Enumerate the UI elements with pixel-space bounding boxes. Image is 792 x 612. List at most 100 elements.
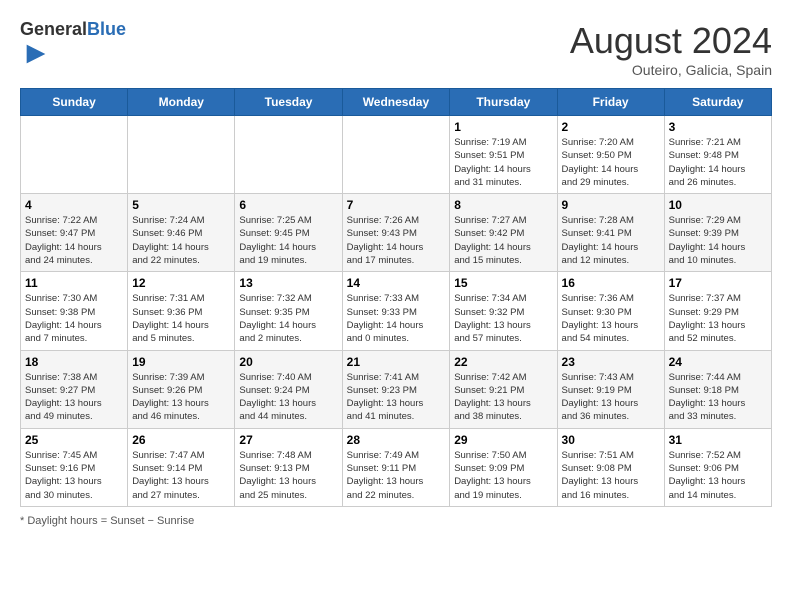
day-info: Sunrise: 7:34 AM Sunset: 9:32 PM Dayligh… <box>454 292 552 345</box>
day-info: Sunrise: 7:49 AM Sunset: 9:11 PM Dayligh… <box>347 449 446 502</box>
day-info: Sunrise: 7:25 AM Sunset: 9:45 PM Dayligh… <box>239 214 337 267</box>
logo: GeneralBlue <box>20 20 126 73</box>
calendar-week-3: 18Sunrise: 7:38 AM Sunset: 9:27 PM Dayli… <box>21 350 772 428</box>
calendar-day: 27Sunrise: 7:48 AM Sunset: 9:13 PM Dayli… <box>235 428 342 506</box>
calendar-day: 2 Sunrise: 7:20 AM Sunset: 9:50 PM Daylig… <box>557 116 664 194</box>
calendar-day: 7 Sunrise: 7:26 AM Sunset: 9:43 PM Daylig… <box>342 194 450 272</box>
calendar-day: 15Sunrise: 7:34 AM Sunset: 9:32 PM Dayli… <box>450 272 557 350</box>
day-number: 20 <box>239 355 337 369</box>
day-number: 9 <box>562 198 660 212</box>
calendar-week-1: 4 Sunrise: 7:22 AM Sunset: 9:47 PM Daylig… <box>21 194 772 272</box>
footer: * Daylight hours = Sunset − Sunrise <box>20 515 772 527</box>
day-header-friday: Friday <box>557 89 664 116</box>
day-info: Sunrise: 7:36 AM Sunset: 9:30 PM Dayligh… <box>562 292 660 345</box>
calendar-day: 6 Sunrise: 7:25 AM Sunset: 9:45 PM Daylig… <box>235 194 342 272</box>
calendar-day: 17Sunrise: 7:37 AM Sunset: 9:29 PM Dayli… <box>664 272 771 350</box>
day-number: 8 <box>454 198 552 212</box>
day-info: Sunrise: 7:47 AM Sunset: 9:14 PM Dayligh… <box>132 449 230 502</box>
day-number: 24 <box>669 355 767 369</box>
calendar-week-4: 25Sunrise: 7:45 AM Sunset: 9:16 PM Dayli… <box>21 428 772 506</box>
day-number: 16 <box>562 276 660 290</box>
day-info: Sunrise: 7:33 AM Sunset: 9:33 PM Dayligh… <box>347 292 446 345</box>
calendar-day: 13 Sunrise: 7:32 AM Sunset: 9:35 PM Dayli… <box>235 272 342 350</box>
day-info: Sunrise: 7:24 AM Sunset: 9:46 PM Dayligh… <box>132 214 230 267</box>
day-header-monday: Monday <box>128 89 235 116</box>
logo-icon <box>22 40 50 68</box>
calendar-day: 23 Sunrise: 7:43 AM Sunset: 9:19 PM Dayli… <box>557 350 664 428</box>
calendar-day <box>128 116 235 194</box>
day-header-saturday: Saturday <box>664 89 771 116</box>
calendar-day: 24 Sunrise: 7:44 AM Sunset: 9:18 PM Dayli… <box>664 350 771 428</box>
day-info: Sunrise: 7:26 AM Sunset: 9:43 PM Dayligh… <box>347 214 446 267</box>
day-number: 30 <box>562 433 660 447</box>
day-number: 3 <box>669 120 767 134</box>
calendar-day <box>235 116 342 194</box>
day-info: Sunrise: 7:28 AM Sunset: 9:41 PM Dayligh… <box>562 214 660 267</box>
day-number: 22 <box>454 355 552 369</box>
day-number: 10 <box>669 198 767 212</box>
day-info: Sunrise: 7:19 AM Sunset: 9:51 PM Dayligh… <box>454 136 552 189</box>
day-info: Sunrise: 7:32 AM Sunset: 9:35 PM Dayligh… <box>239 292 337 345</box>
month-title: August 2024 <box>570 20 772 62</box>
day-info: Sunrise: 7:29 AM Sunset: 9:39 PM Dayligh… <box>669 214 767 267</box>
day-info: Sunrise: 7:42 AM Sunset: 9:21 PM Dayligh… <box>454 371 552 424</box>
calendar-day: 20 Sunrise: 7:40 AM Sunset: 9:24 PM Dayli… <box>235 350 342 428</box>
day-number: 11 <box>25 276 123 290</box>
day-info: Sunrise: 7:22 AM Sunset: 9:47 PM Dayligh… <box>25 214 123 267</box>
calendar-week-0: 1Sunrise: 7:19 AM Sunset: 9:51 PM Daylig… <box>21 116 772 194</box>
day-info: Sunrise: 7:40 AM Sunset: 9:24 PM Dayligh… <box>239 371 337 424</box>
calendar-week-2: 11 Sunrise: 7:30 AM Sunset: 9:38 PM Dayli… <box>21 272 772 350</box>
day-number: 26 <box>132 433 230 447</box>
day-number: 4 <box>25 198 123 212</box>
day-number: 29 <box>454 433 552 447</box>
day-number: 2 <box>562 120 660 134</box>
calendar-day: 31Sunrise: 7:52 AM Sunset: 9:06 PM Dayli… <box>664 428 771 506</box>
calendar-day: 9 Sunrise: 7:28 AM Sunset: 9:41 PM Daylig… <box>557 194 664 272</box>
calendar-day: 1Sunrise: 7:19 AM Sunset: 9:51 PM Daylig… <box>450 116 557 194</box>
day-number: 13 <box>239 276 337 290</box>
day-number: 5 <box>132 198 230 212</box>
title-block: August 2024 Outeiro, Galicia, Spain <box>570 20 772 78</box>
day-number: 19 <box>132 355 230 369</box>
day-number: 7 <box>347 198 446 212</box>
day-info: Sunrise: 7:52 AM Sunset: 9:06 PM Dayligh… <box>669 449 767 502</box>
calendar-day <box>21 116 128 194</box>
calendar-header-row: SundayMondayTuesdayWednesdayThursdayFrid… <box>21 89 772 116</box>
day-header-sunday: Sunday <box>21 89 128 116</box>
calendar-day: 4 Sunrise: 7:22 AM Sunset: 9:47 PM Daylig… <box>21 194 128 272</box>
day-info: Sunrise: 7:50 AM Sunset: 9:09 PM Dayligh… <box>454 449 552 502</box>
calendar-day: 28 Sunrise: 7:49 AM Sunset: 9:11 PM Dayli… <box>342 428 450 506</box>
day-info: Sunrise: 7:21 AM Sunset: 9:48 PM Dayligh… <box>669 136 767 189</box>
day-number: 17 <box>669 276 767 290</box>
day-number: 28 <box>347 433 446 447</box>
logo-blue: Blue <box>87 19 126 39</box>
logo-general: General <box>20 19 87 39</box>
day-info: Sunrise: 7:39 AM Sunset: 9:26 PM Dayligh… <box>132 371 230 424</box>
calendar-day: 12Sunrise: 7:31 AM Sunset: 9:36 PM Dayli… <box>128 272 235 350</box>
day-info: Sunrise: 7:20 AM Sunset: 9:50 PM Dayligh… <box>562 136 660 189</box>
day-info: Sunrise: 7:27 AM Sunset: 9:42 PM Dayligh… <box>454 214 552 267</box>
calendar-table: SundayMondayTuesdayWednesdayThursdayFrid… <box>20 88 772 507</box>
calendar-day: 25Sunrise: 7:45 AM Sunset: 9:16 PM Dayli… <box>21 428 128 506</box>
calendar-day: 3 Sunrise: 7:21 AM Sunset: 9:48 PM Daylig… <box>664 116 771 194</box>
day-number: 12 <box>132 276 230 290</box>
calendar-day: 10 Sunrise: 7:29 AM Sunset: 9:39 PM Dayli… <box>664 194 771 272</box>
day-info: Sunrise: 7:30 AM Sunset: 9:38 PM Dayligh… <box>25 292 123 345</box>
calendar-day: 14Sunrise: 7:33 AM Sunset: 9:33 PM Dayli… <box>342 272 450 350</box>
calendar-day: 19 Sunrise: 7:39 AM Sunset: 9:26 PM Dayli… <box>128 350 235 428</box>
day-info: Sunrise: 7:44 AM Sunset: 9:18 PM Dayligh… <box>669 371 767 424</box>
day-info: Sunrise: 7:51 AM Sunset: 9:08 PM Dayligh… <box>562 449 660 502</box>
daylight-hours-label: Daylight hours <box>27 515 97 527</box>
day-number: 18 <box>25 355 123 369</box>
day-number: 6 <box>239 198 337 212</box>
day-number: 27 <box>239 433 337 447</box>
page-header: GeneralBlue August 2024 Outeiro, Galicia… <box>20 20 772 78</box>
calendar-day: 26 Sunrise: 7:47 AM Sunset: 9:14 PM Dayli… <box>128 428 235 506</box>
calendar-day: 8 Sunrise: 7:27 AM Sunset: 9:42 PM Daylig… <box>450 194 557 272</box>
calendar-day: 16 Sunrise: 7:36 AM Sunset: 9:30 PM Dayli… <box>557 272 664 350</box>
day-info: Sunrise: 7:45 AM Sunset: 9:16 PM Dayligh… <box>25 449 123 502</box>
day-info: Sunrise: 7:41 AM Sunset: 9:23 PM Dayligh… <box>347 371 446 424</box>
day-number: 23 <box>562 355 660 369</box>
day-info: Sunrise: 7:43 AM Sunset: 9:19 PM Dayligh… <box>562 371 660 424</box>
calendar-day: 30 Sunrise: 7:51 AM Sunset: 9:08 PM Dayli… <box>557 428 664 506</box>
